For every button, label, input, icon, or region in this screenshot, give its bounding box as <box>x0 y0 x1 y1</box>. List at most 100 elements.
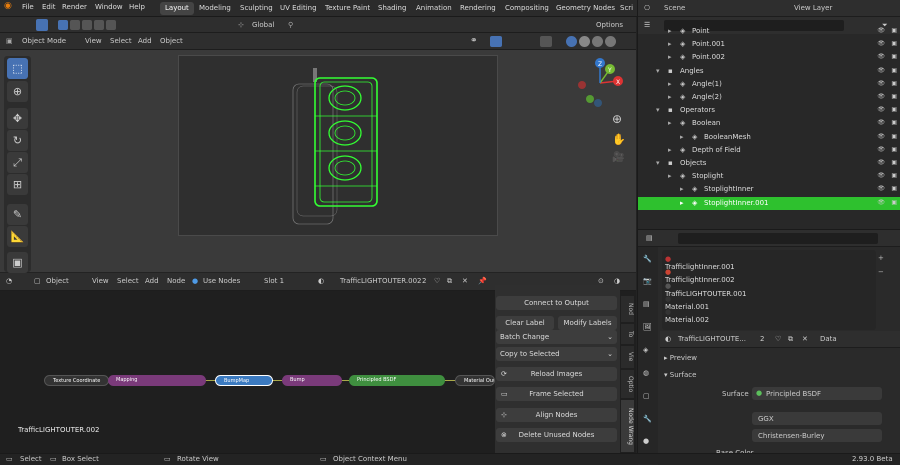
tab-uv-editing[interactable]: UV Editing <box>275 2 322 15</box>
select-new-icon[interactable] <box>58 20 68 30</box>
viewport-menu-object[interactable]: Object <box>160 37 183 45</box>
tab-compositing[interactable]: Compositing <box>500 2 554 15</box>
frame-selected-button[interactable]: ▭ Frame Selected <box>496 387 617 401</box>
viewport-menu-add[interactable]: Add <box>138 37 152 45</box>
menu-help[interactable]: Help <box>129 3 145 11</box>
expand-arrow-icon[interactable]: ▸ <box>668 93 672 101</box>
view-layer-selector[interactable]: View Layer <box>794 4 832 12</box>
viewport-menu-select[interactable]: Select <box>110 37 132 45</box>
visibility-eye-icon[interactable]: 👁 <box>877 106 885 113</box>
surface-shader-field[interactable]: ● Principled BSDF <box>752 387 882 400</box>
material-tab-icon[interactable]: ● <box>643 437 649 445</box>
remove-slot-button[interactable]: − <box>878 268 886 280</box>
tab-texture-paint[interactable]: Texture Paint <box>320 2 375 15</box>
add-slot-button[interactable]: + <box>878 254 886 266</box>
connect-to-output-button[interactable]: Connect to Output <box>496 296 617 310</box>
expand-arrow-icon[interactable]: ▸ <box>668 40 672 48</box>
node-duplicate-icon[interactable]: ⧉ <box>447 277 452 286</box>
outliner-row[interactable]: ▸ ◈ Angle(1) 👁 ▣ <box>638 78 900 91</box>
properties-search-input[interactable] <box>678 233 878 244</box>
outliner-row[interactable]: ▸ ◈ Boolean 👁 ▣ <box>638 117 900 130</box>
expand-arrow-icon[interactable]: ▸ <box>668 27 672 35</box>
sidebar-tab-tool[interactable]: To <box>621 324 634 344</box>
snap-icon[interactable]: ⊙ <box>598 277 604 285</box>
render-camera-icon[interactable]: ▣ <box>891 199 897 206</box>
material-users-count[interactable]: 2 <box>760 335 764 343</box>
expand-arrow-icon[interactable]: ▸ <box>668 119 672 127</box>
expand-arrow-icon[interactable]: ▸ <box>668 146 672 154</box>
properties-editor-icon[interactable]: ▤ <box>646 234 653 242</box>
pin-icon[interactable]: 📌 <box>478 277 487 285</box>
render-camera-icon[interactable]: ▣ <box>891 159 897 166</box>
outliner-row[interactable]: ▸ ◈ Point.001 👁 ▣ <box>638 38 900 51</box>
reload-images-button[interactable]: ⟳ Reload Images <box>496 367 617 381</box>
render-camera-icon[interactable]: ▣ <box>891 185 897 192</box>
node-material-users[interactable]: 2 <box>422 277 426 285</box>
node-material-output[interactable]: Material Out <box>455 375 495 386</box>
tab-sculpting[interactable]: Sculpting <box>235 2 278 15</box>
render-camera-icon[interactable]: ▣ <box>891 53 897 60</box>
outliner-row[interactable]: ▸ ◈ Angle(2) 👁 ▣ <box>638 91 900 104</box>
outliner-row[interactable]: ▸ ◈ StoplightInner 👁 ▣ <box>638 183 900 196</box>
select-subtract-icon[interactable] <box>82 20 92 30</box>
node-principled-bsdf[interactable]: Principled BSDF <box>349 375 445 386</box>
node-menu-view[interactable]: View <box>92 277 109 285</box>
node-unlink-icon[interactable]: ✕ <box>462 277 468 285</box>
shading-material-icon[interactable] <box>592 36 603 47</box>
editor-type-icon[interactable]: ▣ <box>6 37 13 45</box>
outliner-row[interactable]: ▸ ◈ Depth of Field 👁 ▣ <box>638 144 900 157</box>
menu-file[interactable]: File <box>22 3 34 11</box>
expand-arrow-icon[interactable]: ▸ <box>680 133 684 141</box>
visibility-eye-icon[interactable]: 👁 <box>877 119 885 126</box>
viewport-menu-view[interactable]: View <box>85 37 102 45</box>
scene-icon[interactable]: ⎔ <box>644 4 650 12</box>
output-tab-icon[interactable]: ▤ <box>643 300 650 308</box>
surface-panel-toggle[interactable]: ▾ Surface <box>664 371 696 379</box>
expand-arrow-icon[interactable]: ▸ <box>668 172 672 180</box>
scale-icon[interactable]: ⤢ <box>7 152 28 173</box>
annotate-icon[interactable]: ✎ <box>7 204 28 225</box>
gizmo-toggle-icon[interactable] <box>490 36 502 47</box>
tab-scripting[interactable]: Scri <box>615 2 638 15</box>
sidebar-tab-options[interactable]: Optio <box>621 370 634 398</box>
delete-unused-nodes-button[interactable]: ⊗ Delete Unused Nodes <box>496 428 617 442</box>
visibility-eye-icon[interactable]: 👁 <box>877 199 885 206</box>
render-camera-icon[interactable]: ▣ <box>891 40 897 47</box>
select-invert-icon[interactable] <box>94 20 104 30</box>
distribution-dropdown[interactable]: GGX <box>752 412 882 425</box>
expand-arrow-icon[interactable]: ▸ <box>668 53 672 61</box>
expand-arrow-icon[interactable]: ▾ <box>656 159 660 167</box>
visibility-eye-icon[interactable]: 👁 <box>877 185 885 192</box>
fake-user-icon[interactable]: ♡ <box>775 335 781 343</box>
menu-edit[interactable]: Edit <box>42 3 56 11</box>
duplicate-icon[interactable]: ⧉ <box>788 335 793 344</box>
unlink-icon[interactable]: ✕ <box>802 335 808 343</box>
pivot-icon[interactable]: ⚲ <box>288 21 293 29</box>
expand-arrow-icon[interactable]: ▸ <box>680 185 684 193</box>
tool-tab-icon[interactable]: 🔧 <box>643 255 652 263</box>
transform-icon[interactable]: ⊞ <box>7 174 28 195</box>
material-name-field[interactable]: TrafficLIGHTOUTE... <box>678 335 746 343</box>
align-nodes-button[interactable]: ⊹ Align Nodes <box>496 408 617 422</box>
sidebar-tab-node-wrangler[interactable]: Node Wrang <box>621 400 634 452</box>
visibility-eye-icon[interactable]: 👁 <box>877 172 885 179</box>
tab-animation[interactable]: Animation <box>411 2 457 15</box>
render-camera-icon[interactable]: ▣ <box>891 119 897 126</box>
tab-rendering[interactable]: Rendering <box>455 2 501 15</box>
node-bumpmap[interactable]: BumpMap <box>215 375 273 386</box>
shading-wireframe-icon[interactable] <box>566 36 577 47</box>
scene-selector[interactable]: Scene <box>664 4 685 12</box>
visibility-icon[interactable]: ⚭ <box>470 36 478 46</box>
batch-change-dropdown[interactable]: Batch Change ⌄ <box>496 330 617 344</box>
menu-window[interactable]: Window <box>95 3 123 11</box>
visibility-eye-icon[interactable]: 👁 <box>877 53 885 60</box>
preview-panel-toggle[interactable]: ▸ Preview <box>664 354 697 362</box>
options-dropdown[interactable]: Options <box>596 21 623 29</box>
view-layer-tab-icon[interactable]: 🖼 <box>643 323 652 331</box>
overlay-icon[interactable]: ◑ <box>614 277 620 285</box>
select-extend-icon[interactable] <box>70 20 80 30</box>
expand-arrow-icon[interactable]: ▾ <box>656 67 660 75</box>
world-tab-icon[interactable]: ◍ <box>643 369 649 377</box>
link-dropdown[interactable]: Data <box>820 335 837 343</box>
visibility-eye-icon[interactable]: 👁 <box>877 67 885 74</box>
